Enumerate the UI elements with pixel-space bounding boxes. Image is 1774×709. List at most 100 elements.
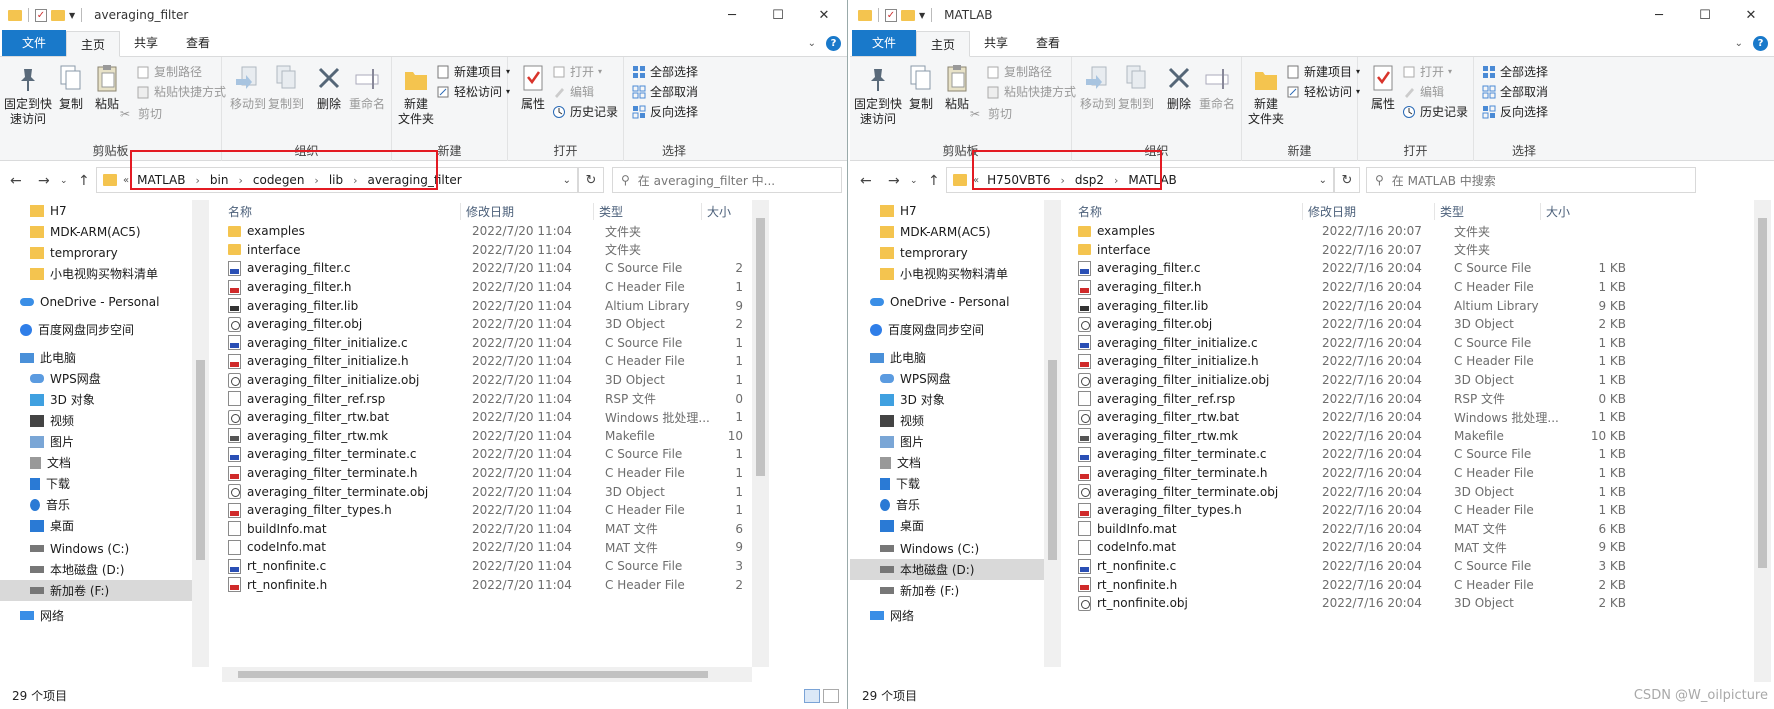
file-row[interactable]: buildInfo.mat 2022/7/16 20:04 MAT 文件 6 KB [1072,520,1630,539]
nav-item[interactable]: OneDrive - Personal [850,291,1058,312]
help-icon[interactable]: ? [826,35,841,51]
file-row[interactable]: averaging_filter.c 2022/7/20 11:04 C Sourc… [222,259,747,278]
paste-shortcut-button[interactable]: 粘贴快捷方式 [136,83,226,100]
open-button[interactable]: 打开 ▾ [552,63,602,80]
nav-item[interactable]: 3D 对象 [850,389,1058,410]
customize-qat-icon[interactable]: ▼ [919,11,925,20]
column-type[interactable]: 类型 [593,202,701,220]
nav-item[interactable]: Windows (C:) [0,538,208,559]
file-row[interactable]: averaging_filter_terminate.h 2022/7/16 20… [1072,464,1630,483]
file-list-scrollbar[interactable] [752,200,769,667]
nav-item[interactable]: 网络 [0,605,208,626]
file-row[interactable]: examples 2022/7/16 20:07 文件夹 [1072,222,1630,241]
file-row[interactable]: averaging_filter_initialize.obj 2022/7/20… [222,371,747,390]
forward-arrow-icon[interactable]: → [38,173,50,189]
tab-view[interactable]: 查看 [1022,30,1074,56]
up-arrow-icon[interactable]: ↑ [928,173,940,189]
file-row[interactable]: averaging_filter_initialize.c 2022/7/20 1… [222,334,747,353]
nav-item[interactable]: WPS网盘 [0,368,208,389]
tab-home[interactable]: 主页 [916,31,971,57]
address-dropdown-icon[interactable]: ⌄ [563,175,577,186]
delete-button[interactable]: 删除 [1164,63,1194,112]
file-row[interactable]: averaging_filter_initialize.h 2022/7/20 1… [222,352,747,371]
file-row[interactable]: examples 2022/7/20 11:04 文件夹 [222,222,747,241]
forward-arrow-icon[interactable]: → [888,173,900,189]
file-row[interactable]: averaging_filter_terminate.obj 2022/7/16 … [1072,482,1630,501]
copy-path-button[interactable]: 复制路径 [136,63,202,80]
copy-button[interactable]: 复制 [906,63,936,112]
tab-file[interactable]: 文件 [852,30,917,56]
file-row[interactable]: averaging_filter_rtw.bat 2022/7/20 11:04 W… [222,408,747,427]
select-none-button[interactable]: 全部取消 [632,83,698,100]
nav-item[interactable]: 图片 [0,431,208,452]
close-button[interactable]: ✕ [1728,0,1774,30]
select-all-button[interactable]: 全部选择 [632,63,698,80]
properties-check-icon[interactable]: ✓ [35,8,47,22]
nav-item[interactable]: temprorary [0,242,208,263]
easy-access-button[interactable]: 轻松访问 ▾ [436,83,510,100]
copy-path-button[interactable]: 复制路径 [986,63,1052,80]
file-row[interactable]: averaging_filter.lib 2022/7/20 11:04 Altiu… [222,296,747,315]
minimize-button[interactable]: ─ [709,0,755,30]
nav-item[interactable]: 音乐 [850,494,1058,515]
file-row[interactable]: averaging_filter_initialize.obj 2022/7/16… [1072,371,1630,390]
new-folder-button[interactable]: 新建 文件夹 [1246,63,1286,127]
refresh-button[interactable]: ↻ [1334,167,1360,193]
nav-item[interactable]: 桌面 [0,515,208,536]
nav-item[interactable]: 新加卷 (F:) [0,580,208,601]
new-item-button[interactable]: 新建项目 ▾ [1286,63,1360,80]
file-row[interactable]: averaging_filter.h 2022/7/16 20:04 C Heade… [1072,278,1630,297]
close-button[interactable]: ✕ [801,0,847,30]
edit-button[interactable]: 编辑 [552,83,594,100]
nav-item[interactable]: 本地磁盘 (D:) [850,559,1058,580]
nav-item[interactable]: 3D 对象 [0,389,208,410]
properties-button[interactable]: 属性 [516,63,550,112]
file-row[interactable]: averaging_filter.h 2022/7/20 11:04 C Heade… [222,278,747,297]
nav-item[interactable]: 音乐 [0,494,208,515]
nav-scrollbar[interactable] [1044,200,1061,667]
delete-button[interactable]: 删除 [314,63,344,112]
scrollbar-thumb[interactable] [1758,218,1767,568]
file-row[interactable]: averaging_filter_ref.rsp 2022/7/20 11:04 R… [222,389,747,408]
minimize-button[interactable]: ─ [1636,0,1682,30]
nav-item[interactable]: 图片 [850,431,1058,452]
file-row[interactable]: averaging_filter_types.h 2022/7/20 11:04 C… [222,501,747,520]
move-to-button[interactable]: 移动到 [1080,63,1116,112]
column-type[interactable]: 类型 [1434,202,1540,220]
file-row[interactable]: averaging_filter.lib 2022/7/16 20:04 Altiu… [1072,296,1630,315]
file-row[interactable]: rt_nonfinite.c 2022/7/16 20:04 C Source Fi… [1072,557,1630,576]
nav-item[interactable]: 此电脑 [0,347,208,368]
column-date[interactable]: 修改日期 [1302,202,1434,220]
properties-button[interactable]: 属性 [1366,63,1400,112]
file-row[interactable]: averaging_filter_terminate.h 2022/7/20 11… [222,464,747,483]
large-icons-view-icon[interactable] [823,689,839,703]
nav-item[interactable]: 视频 [850,410,1058,431]
nav-item[interactable]: H7 [0,200,208,221]
file-row[interactable]: averaging_filter_terminate.c 2022/7/20 11… [222,445,747,464]
select-all-button[interactable]: 全部选择 [1482,63,1548,80]
nav-item[interactable]: H7 [850,200,1058,221]
new-folder-icon[interactable] [901,9,915,21]
details-view-icon[interactable] [804,689,820,703]
nav-item[interactable]: 本地磁盘 (D:) [0,559,208,580]
file-list-scrollbar[interactable] [1754,200,1771,682]
nav-item[interactable]: MDK-ARM(AC5) [850,221,1058,242]
recent-locations-icon[interactable]: ⌄ [910,176,918,186]
file-row[interactable]: buildInfo.mat 2022/7/20 11:04 MAT 文件 6 [222,520,747,539]
file-row[interactable]: rt_nonfinite.c 2022/7/20 11:04 C Source Fi… [222,557,747,576]
file-row[interactable]: averaging_filter_ref.rsp 2022/7/16 20:04 R… [1072,389,1630,408]
tab-home[interactable]: 主页 [66,31,121,57]
overflow-chevron-icon[interactable]: « [123,175,129,186]
rename-button[interactable]: 重命名 [1198,63,1236,112]
back-arrow-icon[interactable]: ← [860,173,872,189]
file-row[interactable]: averaging_filter_initialize.h 2022/7/16 2… [1072,352,1630,371]
file-row[interactable]: rt_nonfinite.h 2022/7/16 20:04 C Header Fi… [1072,575,1630,594]
scrollbar-thumb[interactable] [756,218,765,476]
file-row[interactable]: averaging_filter.obj 2022/7/16 20:04 3D Ob… [1072,315,1630,334]
invert-selection-button[interactable]: 反向选择 [1482,103,1548,120]
rename-button[interactable]: 重命名 [348,63,386,112]
scrollbar-thumb[interactable] [196,360,205,560]
tab-share[interactable]: 共享 [970,30,1022,56]
column-size[interactable]: 大小 [1540,202,1616,220]
nav-item[interactable]: Windows (C:) [850,538,1058,559]
